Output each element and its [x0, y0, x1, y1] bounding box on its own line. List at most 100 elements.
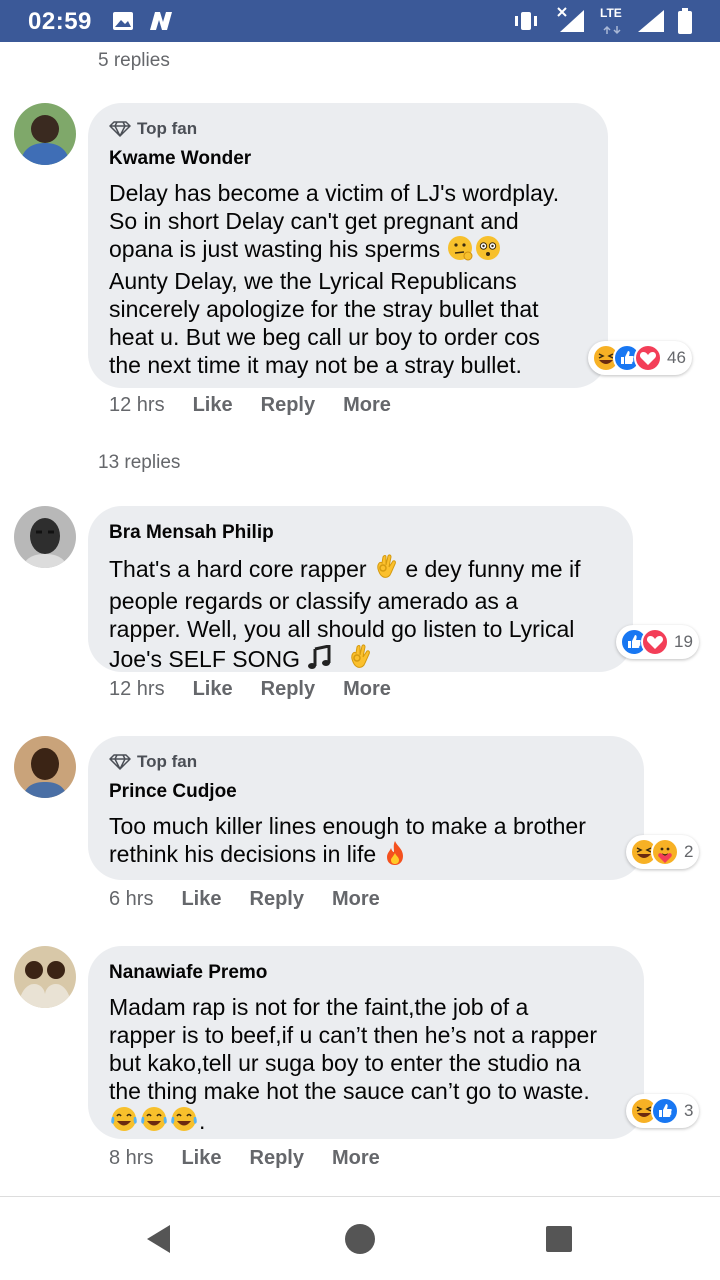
recents-icon[interactable] — [544, 1224, 574, 1259]
view-replies-link[interactable]: 13 replies — [98, 452, 180, 474]
comment-line: rethink his decisions in life — [109, 840, 624, 872]
comment-actions: 8 hrs Like Reply More — [109, 1147, 408, 1170]
data-arrows-icon — [602, 22, 624, 40]
like-button[interactable]: Like — [181, 1147, 221, 1170]
comment-line-text: rethink his decisions in life — [109, 841, 377, 867]
comment-line: Delay has become a victim of LJ's wordpl… — [109, 180, 560, 206]
avatar[interactable] — [14, 506, 76, 568]
thinking-face-emoji — [447, 235, 475, 267]
comment-time[interactable]: 8 hrs — [109, 1147, 153, 1170]
comment-line: rapper is to beef,if u can’t then he’s n… — [109, 1022, 597, 1048]
comment-time[interactable]: 12 hrs — [109, 678, 165, 701]
avatar[interactable] — [14, 736, 76, 798]
comment-line: That's a hard core rapper e dey funny me… — [109, 553, 613, 587]
gallery-icon — [112, 11, 134, 36]
comment-time[interactable]: 12 hrs — [109, 394, 165, 417]
comment-line-text: opana is just wasting his sperms — [109, 236, 441, 262]
reaction-summary[interactable]: 3 — [626, 1094, 700, 1128]
avatar[interactable] — [14, 946, 76, 1008]
comments-feed[interactable]: 5 replies Top fan Kwame Wonder Delay has… — [0, 42, 720, 1196]
like-button[interactable]: Like — [193, 678, 233, 701]
reaction-summary[interactable]: 2 — [626, 835, 700, 869]
more-button[interactable]: More — [332, 1147, 380, 1170]
tears-of-joy-emoji — [109, 1105, 139, 1139]
musical-note-emoji — [306, 644, 334, 677]
comment-line: . — [109, 1105, 624, 1139]
comment-line: Madam rap is not for the faint,the job o… — [109, 994, 529, 1020]
like-button[interactable]: Like — [193, 394, 233, 417]
comment-bubble[interactable]: Top fan Kwame Wonder Delay has become a … — [88, 103, 608, 388]
tears-of-joy-emoji — [139, 1105, 169, 1139]
comment-line: heat u. But we beg call ur boy to order … — [109, 324, 540, 350]
comment-text: That's a hard core rapper e dey funny me… — [109, 553, 613, 677]
more-button[interactable]: More — [332, 888, 380, 911]
comment-line: sincerely apologize for the stray bullet… — [109, 296, 539, 322]
reply-button[interactable]: Reply — [250, 1147, 304, 1170]
more-button[interactable]: More — [343, 394, 391, 417]
comment-line: the thing make hot the sauce can’t go to… — [109, 1078, 590, 1104]
reply-button[interactable]: Reply — [261, 678, 315, 701]
reaction-summary[interactable]: 46 — [588, 341, 692, 375]
diamond-icon — [109, 121, 131, 137]
comment-text: Too much killer lines enough to make a b… — [109, 812, 624, 872]
love-reaction-icon — [641, 628, 669, 656]
comment-line: opana is just wasting his sperms — [109, 235, 588, 267]
reaction-count: 2 — [684, 842, 694, 861]
like-reaction-icon — [651, 1097, 679, 1125]
comment-actions: 12 hrs Like Reply More — [109, 678, 419, 701]
fire-emoji — [383, 840, 407, 872]
comment-line: the next time it may not be a stray bull… — [109, 352, 522, 378]
like-button[interactable]: Like — [181, 888, 221, 911]
reply-button[interactable]: Reply — [250, 888, 304, 911]
comment-author[interactable]: Nanawiafe Premo — [109, 962, 624, 984]
ok-hand-emoji — [347, 643, 373, 677]
comment-text: Madam rap is not for the faint,the job o… — [109, 993, 624, 1139]
comment-actions: 6 hrs Like Reply More — [109, 888, 408, 911]
care-reaction-icon — [651, 838, 679, 866]
tears-of-joy-emoji — [169, 1105, 199, 1139]
comment-line: Aunty Delay, we the Lyrical Republicans — [109, 268, 517, 294]
comment-actions: 12 hrs Like Reply More — [109, 394, 419, 417]
ok-hand-emoji — [373, 553, 399, 587]
top-fan-label: Top fan — [137, 752, 198, 771]
lte-label: LTE — [600, 6, 622, 20]
system-nav-bar — [0, 1196, 720, 1280]
reply-button[interactable]: Reply — [261, 394, 315, 417]
comment-author[interactable]: Prince Cudjoe — [109, 781, 624, 803]
comment-time[interactable]: 6 hrs — [109, 888, 153, 911]
battery-icon — [678, 8, 692, 39]
comment-line: So in short Delay can't get pregnant and — [109, 208, 519, 234]
status-time: 02:59 — [28, 8, 92, 35]
comment-line-text: . — [199, 1108, 206, 1134]
comment-bubble[interactable]: Top fan Prince Cudjoe Too much killer li… — [88, 736, 644, 880]
comment-text: Delay has become a victim of LJ's wordpl… — [109, 179, 588, 379]
diamond-icon — [109, 754, 131, 770]
more-button[interactable]: More — [343, 678, 391, 701]
comment-line: but kako,tell ur suga boy to enter the s… — [109, 1050, 581, 1076]
reaction-summary[interactable]: 19 — [616, 625, 699, 659]
comment-author[interactable]: Bra Mensah Philip — [109, 522, 613, 544]
vibrate-icon — [513, 11, 539, 36]
comment-line-text: That's a hard core rapper — [109, 556, 367, 582]
flushed-face-emoji — [475, 235, 501, 267]
top-fan-badge: Top fan — [109, 119, 588, 139]
home-icon[interactable] — [343, 1222, 377, 1261]
comment-line: people regards or classify amerado as a — [109, 588, 519, 614]
top-fan-badge: Top fan — [109, 752, 624, 772]
comment-author[interactable]: Kwame Wonder — [109, 148, 588, 170]
reaction-count: 19 — [674, 632, 693, 651]
view-replies-link[interactable]: 5 replies — [98, 50, 170, 72]
comment-line-text: Joe's SELF SONG — [109, 646, 301, 672]
comment-line: Too much killer lines enough to make a b… — [109, 813, 586, 839]
status-bar: 02:59 LTE — [0, 0, 720, 42]
comment-bubble[interactable]: Nanawiafe Premo Madam rap is not for the… — [88, 946, 644, 1139]
cell-signal-icon — [636, 8, 666, 39]
reaction-count: 3 — [684, 1101, 694, 1120]
avatar[interactable] — [14, 103, 76, 165]
love-reaction-icon — [634, 344, 662, 372]
comment-bubble[interactable]: Bra Mensah Philip That's a hard core rap… — [88, 506, 633, 672]
comment-line: rapper. Well, you all should go listen t… — [109, 616, 575, 642]
app-n-icon — [148, 11, 174, 36]
back-icon[interactable] — [144, 1223, 174, 1260]
reaction-count: 46 — [667, 348, 686, 367]
